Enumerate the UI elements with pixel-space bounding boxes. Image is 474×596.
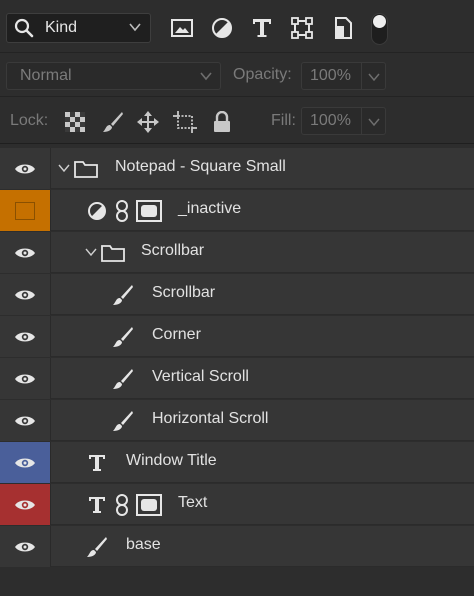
visibility-toggle[interactable]: [0, 358, 51, 399]
eye-icon: [15, 500, 35, 509]
filter-kind-select[interactable]: Kind: [6, 13, 151, 43]
layer-name: Horizontal Scroll: [152, 410, 269, 427]
layer-row[interactable]: Scrollbar: [0, 232, 474, 273]
layer-row[interactable]: Text: [0, 484, 474, 525]
layer-name: base: [126, 536, 161, 553]
chevron-down-icon[interactable]: [57, 162, 71, 174]
visibility-toggle[interactable]: [0, 526, 51, 567]
layer-name: Scrollbar: [141, 242, 205, 259]
chevron-down-icon: [200, 72, 212, 81]
type-layer-icon: [85, 493, 109, 517]
blend-options-bar: Normal Opacity: 100%: [0, 54, 474, 97]
layer-row[interactable]: Corner: [0, 316, 474, 357]
layers-list: Notepad - Square Small _inactive Scrollb…: [0, 146, 474, 567]
eye-icon: [15, 290, 35, 299]
chevron-down-icon[interactable]: [84, 246, 98, 258]
layer-mask-thumbnail[interactable]: [135, 199, 163, 223]
layer-name: Scrollbar: [152, 284, 216, 301]
brush-icon: [111, 325, 135, 349]
visibility-toggle[interactable]: [0, 274, 51, 315]
smart-object-filter-icon[interactable]: [330, 15, 356, 41]
visibility-toggle[interactable]: [0, 190, 51, 231]
toggle-knob: [373, 15, 386, 28]
lock-all-padlock-icon[interactable]: [210, 110, 234, 134]
visibility-toggle[interactable]: [0, 232, 51, 273]
layer-row[interactable]: Scrollbar: [0, 274, 474, 315]
layer-name: Notepad - Square Small: [115, 158, 286, 175]
layer-mask-thumbnail[interactable]: [135, 493, 163, 517]
visibility-toggle[interactable]: [0, 400, 51, 441]
chain-link-icon[interactable]: [112, 493, 132, 517]
image-filter-icon[interactable]: [169, 15, 195, 41]
fill-label: Fill:: [271, 112, 296, 129]
folder-icon: [73, 157, 99, 181]
layer-row[interactable]: base: [0, 526, 474, 567]
shape-filter-icon[interactable]: [289, 15, 315, 41]
layer-row[interactable]: Vertical Scroll: [0, 358, 474, 399]
layer-row[interactable]: _inactive: [0, 190, 474, 231]
layer-row[interactable]: Notepad - Square Small: [0, 148, 474, 189]
layer-row[interactable]: Window Title: [0, 442, 474, 483]
fill-dropdown-button[interactable]: [362, 107, 386, 135]
hidden-visibility-box-icon: [15, 201, 35, 220]
lock-artboard-icon[interactable]: [173, 110, 197, 134]
lock-image-pixels-brush-icon[interactable]: [101, 110, 125, 134]
brush-icon: [111, 367, 135, 391]
eye-icon: [15, 164, 35, 173]
layer-row[interactable]: Horizontal Scroll: [0, 400, 474, 441]
adjustment-filter-icon[interactable]: [209, 15, 235, 41]
fill-value: 100%: [310, 112, 351, 129]
layer-name: Text: [178, 494, 208, 511]
visibility-toggle[interactable]: [0, 484, 51, 525]
opacity-label: Opacity:: [233, 66, 292, 83]
panel-bottom-area: [0, 568, 474, 596]
chevron-down-icon: [368, 118, 380, 127]
layer-name: Window Title: [126, 452, 217, 469]
type-filter-icon[interactable]: [249, 15, 275, 41]
opacity-dropdown-button[interactable]: [362, 62, 386, 90]
fill-field[interactable]: 100%: [301, 107, 362, 135]
filter-kind-label: Kind: [45, 19, 78, 36]
layer-filter-bar: Kind: [0, 0, 474, 53]
type-layer-icon: [85, 451, 109, 475]
eye-icon: [15, 458, 35, 467]
lock-transparent-pixels-icon[interactable]: [63, 110, 87, 134]
opacity-value: 100%: [310, 67, 351, 84]
eye-icon: [15, 542, 35, 551]
blend-mode-value: Normal: [20, 67, 72, 84]
layer-name: _inactive: [178, 200, 242, 217]
visibility-toggle[interactable]: [0, 442, 51, 483]
eye-icon: [15, 248, 35, 257]
visibility-toggle[interactable]: [0, 148, 51, 189]
layer-name: Corner: [152, 326, 201, 343]
blend-mode-select[interactable]: Normal: [6, 62, 221, 90]
search-icon: [14, 18, 34, 38]
chain-link-icon[interactable]: [112, 199, 132, 223]
brush-icon: [111, 409, 135, 433]
lock-position-move-icon[interactable]: [136, 110, 160, 134]
brush-icon: [85, 535, 109, 559]
opacity-field[interactable]: 100%: [301, 62, 362, 90]
eye-icon: [15, 332, 35, 341]
eye-icon: [15, 416, 35, 425]
eye-icon: [15, 374, 35, 383]
lock-label: Lock:: [10, 112, 49, 129]
layer-name: Vertical Scroll: [152, 368, 249, 385]
chevron-down-icon: [129, 23, 141, 32]
folder-icon: [100, 241, 126, 265]
filter-toggle-switch[interactable]: [371, 13, 388, 45]
chevron-down-icon: [368, 73, 380, 82]
visibility-toggle[interactable]: [0, 316, 51, 357]
adjustment-layer-icon: [85, 199, 109, 223]
brush-icon: [111, 283, 135, 307]
